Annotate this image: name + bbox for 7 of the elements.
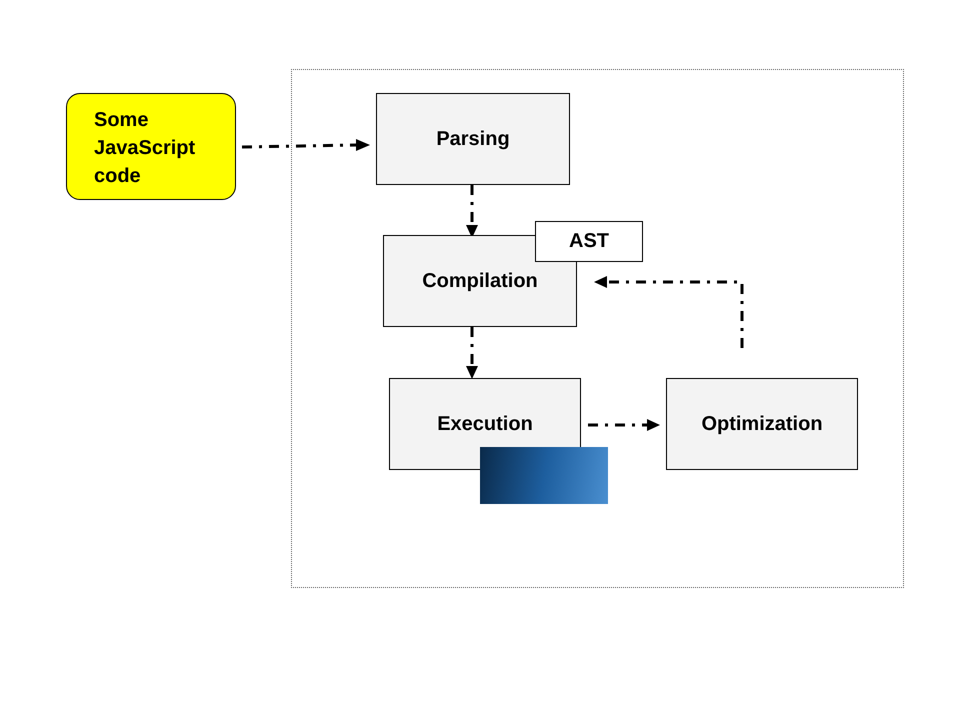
stage-label: Parsing (436, 128, 510, 150)
stage-label: Compilation (422, 270, 538, 292)
stage-label: Execution (437, 412, 533, 436)
dash-dot-arrow (588, 419, 660, 431)
stage-label: Optimization (701, 412, 823, 436)
ast-label: AST (569, 230, 609, 253)
input-label: Some JavaScript code (94, 108, 196, 189)
